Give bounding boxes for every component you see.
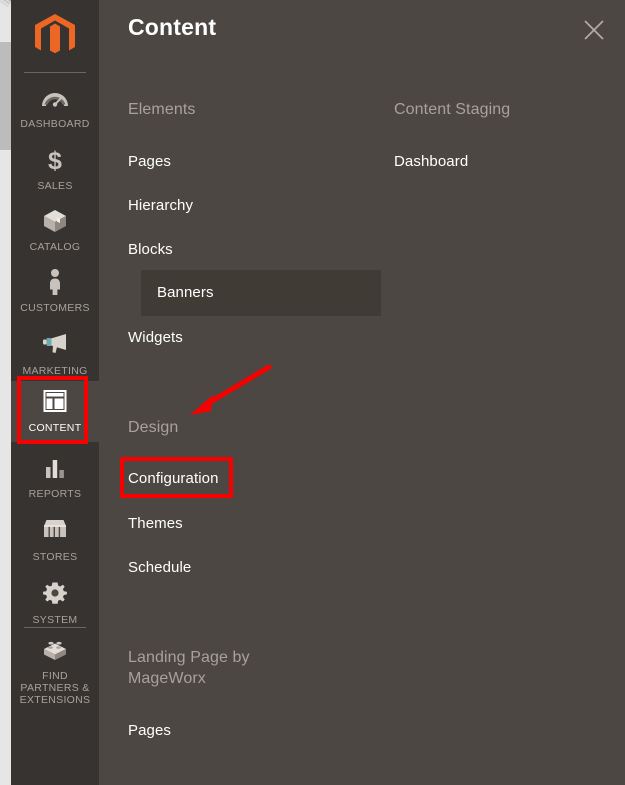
group-title-content-staging: Content Staging (394, 101, 511, 118)
group-title-landing-page-mageworx: Landing Page by MageWorx (128, 649, 250, 687)
page-scrollbar[interactable] (0, 0, 11, 785)
gear-icon (11, 580, 99, 610)
content-flyout-panel: Content Elements Pages Hierarchy Blocks … (99, 0, 625, 785)
group-title-design: Design (128, 419, 179, 436)
dashboard-gauge-icon (11, 84, 99, 114)
page-corner-artifact (0, 0, 11, 10)
screenshot-root: DASHBOARD $ SALES CATALOG CUSTOMERS MARK… (0, 0, 625, 785)
sidebar-item-catalog[interactable]: CATALOG (11, 207, 99, 253)
sidebar-item-system[interactable]: SYSTEM (11, 580, 99, 626)
sidebar-item-find-partners-extensions[interactable]: FIND PARTNERS & EXTENSIONS (11, 636, 99, 706)
sidebar-item-label: STORES (32, 551, 78, 563)
group-title-elements: Elements (128, 101, 196, 118)
bar-chart-icon (11, 454, 99, 484)
page-scrollbar-thumb[interactable] (0, 42, 11, 150)
sidebar-item-label: CUSTOMERS (20, 302, 90, 314)
magento-logo-icon[interactable] (11, 10, 99, 62)
sidebar-divider-top (24, 72, 86, 73)
sidebar-item-reports[interactable]: REPORTS (11, 454, 99, 500)
sidebar-item-label: SYSTEM (32, 614, 78, 626)
sidebar-item-label: SALES (37, 180, 73, 192)
sidebar-item-dashboard[interactable]: DASHBOARD (11, 84, 99, 130)
menu-item-pages[interactable]: Pages (128, 152, 171, 172)
sidebar-item-label: CONTENT (28, 422, 82, 434)
sidebar-item-label: FIND PARTNERS & EXTENSIONS (19, 670, 91, 706)
megaphone-icon (11, 331, 99, 361)
menu-item-configuration[interactable]: Configuration (128, 469, 219, 489)
sidebar-item-stores[interactable]: STORES (11, 517, 99, 563)
menu-item-blocks[interactable]: Blocks (128, 240, 173, 260)
menu-item-landing-pages[interactable]: Pages (128, 721, 171, 741)
sidebar-item-label: REPORTS (28, 488, 82, 500)
dollar-sign-icon: $ (11, 146, 99, 176)
menu-item-hierarchy[interactable]: Hierarchy (128, 196, 193, 216)
menu-item-themes[interactable]: Themes (128, 514, 183, 534)
sidebar-item-marketing[interactable]: MARKETING (11, 331, 99, 377)
sidebar-item-sales[interactable]: $ SALES (11, 146, 99, 192)
menu-item-widgets[interactable]: Widgets (128, 328, 183, 348)
lego-brick-icon (11, 636, 99, 666)
sidebar-divider-bottom (24, 627, 86, 628)
sidebar-item-label: DASHBOARD (20, 118, 90, 130)
menu-item-dashboard[interactable]: Dashboard (394, 152, 468, 172)
menu-item-banners[interactable]: Banners (141, 270, 381, 316)
person-icon (11, 268, 99, 298)
svg-text:$: $ (48, 147, 62, 174)
box-icon (11, 207, 99, 237)
sidebar-item-content[interactable]: CONTENT (11, 381, 99, 442)
layout-window-icon (11, 388, 99, 418)
menu-item-schedule[interactable]: Schedule (128, 558, 191, 578)
page-title: Content (128, 14, 217, 40)
close-icon[interactable] (577, 13, 611, 47)
storefront-icon (11, 517, 99, 547)
admin-sidebar: DASHBOARD $ SALES CATALOG CUSTOMERS MARK… (11, 0, 99, 785)
sidebar-item-customers[interactable]: CUSTOMERS (11, 268, 99, 314)
sidebar-item-label: MARKETING (22, 365, 88, 377)
sidebar-item-label: CATALOG (29, 241, 81, 253)
